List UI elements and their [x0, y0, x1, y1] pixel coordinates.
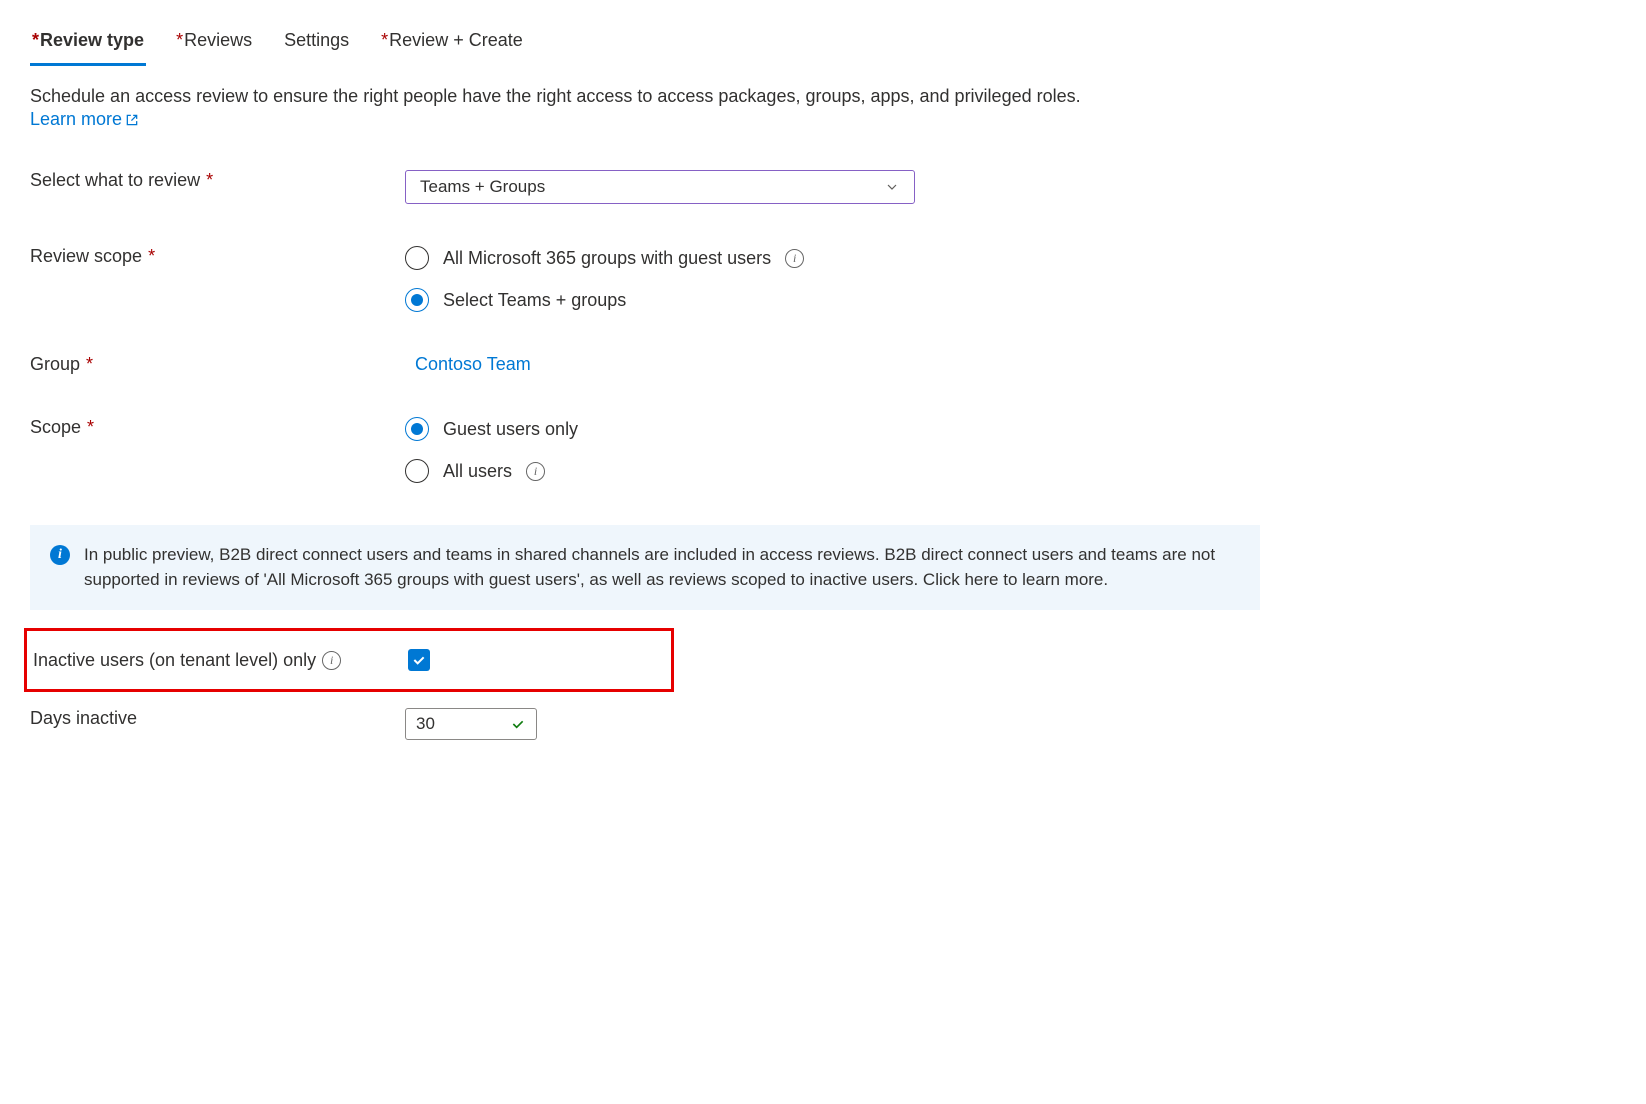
radio-all-m365-groups[interactable]: All Microsoft 365 groups with guest user… — [405, 246, 1616, 270]
learn-more-label: Learn more — [30, 109, 122, 130]
radio-icon — [405, 417, 429, 441]
required-asterisk: * — [206, 170, 213, 191]
page-description: Schedule an access review to ensure the … — [30, 86, 1616, 107]
review-scope-label: Review scope * — [30, 246, 405, 267]
check-icon — [411, 652, 427, 668]
scope-label: Scope * — [30, 417, 405, 438]
tab-label: Review + Create — [389, 30, 523, 50]
info-icon[interactable]: i — [526, 462, 545, 481]
info-icon[interactable]: i — [785, 249, 804, 268]
inactive-users-label: Inactive users (on tenant level) only i — [33, 650, 408, 671]
select-what-to-review-dropdown[interactable]: Teams + Groups — [405, 170, 915, 204]
tab-review-create[interactable]: *Review + Create — [379, 24, 525, 66]
tabs-bar: *Review type *Reviews Settings *Review +… — [30, 24, 1616, 66]
radio-label: Guest users only — [443, 419, 578, 440]
inactive-users-checkbox[interactable] — [408, 649, 430, 671]
radio-icon — [405, 246, 429, 270]
radio-icon — [405, 288, 429, 312]
external-link-icon — [125, 113, 139, 127]
scope-radio-group: Guest users only All users i — [405, 417, 1616, 483]
days-inactive-input[interactable]: 30 — [405, 708, 537, 740]
group-label: Group * — [30, 354, 405, 375]
radio-label: All users — [443, 461, 512, 482]
radio-select-teams-groups[interactable]: Select Teams + groups — [405, 288, 1616, 312]
info-banner-text: In public preview, B2B direct connect us… — [84, 543, 1240, 592]
review-scope-radio-group: All Microsoft 365 groups with guest user… — [405, 246, 1616, 312]
info-icon: i — [50, 545, 70, 565]
radio-all-users[interactable]: All users i — [405, 459, 1616, 483]
radio-label: All Microsoft 365 groups with guest user… — [443, 248, 771, 269]
group-value-link[interactable]: Contoso Team — [405, 354, 531, 374]
select-what-to-review-label: Select what to review * — [30, 170, 405, 191]
tab-label: Reviews — [184, 30, 252, 50]
tab-review-type[interactable]: *Review type — [30, 24, 146, 66]
radio-icon — [405, 459, 429, 483]
tab-label: Review type — [40, 30, 144, 50]
radio-guest-users-only[interactable]: Guest users only — [405, 417, 1616, 441]
tab-settings[interactable]: Settings — [282, 24, 351, 66]
tab-label: Settings — [284, 30, 349, 50]
required-asterisk: * — [87, 417, 94, 438]
check-icon — [510, 716, 526, 732]
learn-more-link[interactable]: Learn more — [30, 109, 139, 130]
days-inactive-value: 30 — [416, 714, 435, 734]
radio-label: Select Teams + groups — [443, 290, 626, 311]
chevron-down-icon — [884, 179, 900, 195]
required-asterisk: * — [381, 30, 388, 50]
required-asterisk: * — [176, 30, 183, 50]
info-icon[interactable]: i — [322, 651, 341, 670]
required-asterisk: * — [148, 246, 155, 267]
tab-reviews[interactable]: *Reviews — [174, 24, 254, 66]
inactive-users-highlight: Inactive users (on tenant level) only i — [24, 628, 674, 692]
required-asterisk: * — [86, 354, 93, 375]
preview-info-banner: i In public preview, B2B direct connect … — [30, 525, 1260, 610]
days-inactive-label: Days inactive — [30, 708, 405, 729]
select-value: Teams + Groups — [420, 177, 545, 197]
required-asterisk: * — [32, 30, 39, 50]
